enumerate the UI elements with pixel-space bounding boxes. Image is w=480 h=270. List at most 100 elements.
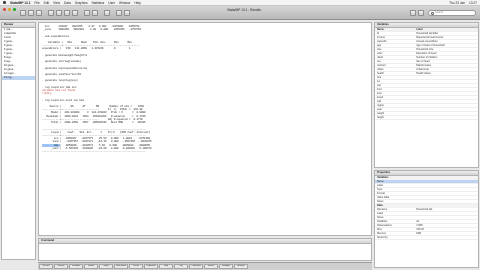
tab-properties[interactable]: Properties xyxy=(144,264,158,269)
review-panel: Review 1 use ... 2 describe 3 sum 4 gene… xyxy=(1,22,36,260)
menu-window[interactable]: Window xyxy=(119,1,130,5)
review-row-selected[interactable]: 13 reg... xyxy=(2,76,35,80)
menu-statistics[interactable]: Statistics xyxy=(92,1,105,5)
tab-search[interactable]: Search xyxy=(204,264,218,269)
tab-manager[interactable]: Manager xyxy=(219,264,233,269)
column-label[interactable]: Label xyxy=(416,28,478,31)
tab-browser[interactable]: Browser xyxy=(234,264,248,269)
property-key: Type xyxy=(377,188,383,191)
open-button[interactable] xyxy=(20,10,26,16)
properties-panel: Properties Variables Name Label Type Format… xyxy=(374,170,479,268)
variable-label xyxy=(416,76,478,79)
data-property-key: Size xyxy=(377,228,382,231)
data-property-key: Filename xyxy=(377,208,388,211)
variable-name: educ xyxy=(377,52,383,55)
variable-label xyxy=(416,116,478,119)
variable-label xyxy=(416,104,478,107)
tab-results[interactable]: Results xyxy=(39,264,53,269)
data-property-row[interactable]: Sorted by xyxy=(375,236,478,240)
variable-label: Household size xyxy=(416,48,434,51)
property-value xyxy=(416,196,478,199)
tab-help[interactable]: Help xyxy=(159,264,173,269)
tab-do-file[interactable]: Do-file xyxy=(129,264,143,269)
command-input[interactable] xyxy=(39,244,371,260)
data-property-key: Observations xyxy=(377,224,392,227)
data-property-value xyxy=(416,212,478,215)
graph-button[interactable] xyxy=(64,10,70,16)
menu-edit[interactable]: Edit xyxy=(44,1,50,5)
data-browser-button[interactable] xyxy=(92,10,98,16)
variable-row[interactable]: height xyxy=(375,116,478,120)
zoom-window-button[interactable] xyxy=(13,8,16,11)
data-property-value: Household.dta xyxy=(416,208,433,211)
variable-name: exp xyxy=(377,84,382,87)
app-menu[interactable]: Stata/MP 13.1 xyxy=(10,1,31,5)
variable-name: expendit xyxy=(377,40,387,43)
viewer-button[interactable] xyxy=(56,10,62,16)
data-property-value xyxy=(416,216,478,219)
tab-command[interactable]: Command xyxy=(189,264,203,269)
tab-variables[interactable]: Variables xyxy=(69,264,83,269)
results-line: ----------------------------------------… xyxy=(42,149,146,153)
variable-name: year xyxy=(377,108,382,111)
variable-name: inc xyxy=(377,80,381,83)
property-key: Name xyxy=(377,180,384,183)
variable-label: Annual expenditure xyxy=(416,40,438,43)
variable-label: Age of head of household xyxy=(416,44,445,47)
variable-label: Urban/rural xyxy=(416,68,429,71)
variable-name: married xyxy=(377,64,386,67)
search-placeholder: Search xyxy=(435,11,444,14)
variable-name: region xyxy=(377,104,384,107)
data-property-value: 64M xyxy=(416,232,422,235)
more-button[interactable] xyxy=(116,10,122,16)
tab-review[interactable]: Review xyxy=(54,264,68,269)
apple-icon[interactable] xyxy=(3,1,6,4)
tab-data-editor[interactable]: Data Editor xyxy=(114,264,128,269)
command-panel: Command xyxy=(38,238,372,261)
column-name[interactable]: Name xyxy=(375,28,416,31)
variable-name: size xyxy=(377,48,382,51)
variable-name: lexp xyxy=(377,92,382,95)
property-value xyxy=(416,180,478,183)
variables-manager-button[interactable] xyxy=(104,10,110,16)
variable-label xyxy=(416,100,478,103)
variable-label: Number of children xyxy=(416,56,438,59)
layout-button[interactable] xyxy=(418,10,424,16)
tab-log[interactable]: Log xyxy=(174,264,188,269)
variable-label xyxy=(416,96,478,99)
log-button[interactable] xyxy=(48,10,54,16)
data-property-key: Label xyxy=(377,212,384,215)
data-property-value: 166.3K xyxy=(416,228,425,231)
variable-name: lexpd xyxy=(377,96,383,99)
variables-list: id Household identifier income Reported ann… xyxy=(375,32,478,120)
results-panel: inc 233427 4987255 2.87 0.002 .9453806 .… xyxy=(38,22,372,236)
variable-label: Household identifier xyxy=(416,32,439,35)
data-property-key: Memory xyxy=(377,232,387,235)
variable-label: Reported annual income xyxy=(416,36,444,39)
tab-viewer[interactable]: Viewer xyxy=(84,264,98,269)
data-editor-button[interactable] xyxy=(84,10,90,16)
menu-data[interactable]: Data xyxy=(64,1,71,5)
variable-name: nkids xyxy=(377,56,383,59)
menu-help[interactable]: Help xyxy=(134,1,141,5)
properties-variable-list: Name Label Type Format Value label Notes xyxy=(375,180,478,204)
variable-name: sex xyxy=(377,60,381,63)
tab-graph[interactable]: Graph xyxy=(99,264,113,269)
minimize-window-button[interactable] xyxy=(8,8,11,11)
menu-file[interactable]: File xyxy=(35,1,40,5)
print-button[interactable] xyxy=(36,10,42,16)
variable-label xyxy=(416,92,478,95)
variable-label xyxy=(416,108,478,111)
search-input[interactable]: Search xyxy=(428,10,476,16)
toolbar-toggle-button[interactable] xyxy=(410,10,416,16)
menu-view[interactable]: View xyxy=(53,1,60,5)
menu-user[interactable]: User xyxy=(108,1,115,5)
close-window-button[interactable] xyxy=(3,8,6,11)
break-button[interactable] xyxy=(124,10,130,16)
do-file-button[interactable] xyxy=(72,10,78,16)
results-output: inc 233427 4987255 2.87 0.002 .9453806 .… xyxy=(39,23,371,155)
search-icon xyxy=(431,12,434,15)
menu-graphics[interactable]: Graphics xyxy=(75,1,88,5)
variable-name: health xyxy=(377,72,384,75)
save-button[interactable] xyxy=(28,10,34,16)
